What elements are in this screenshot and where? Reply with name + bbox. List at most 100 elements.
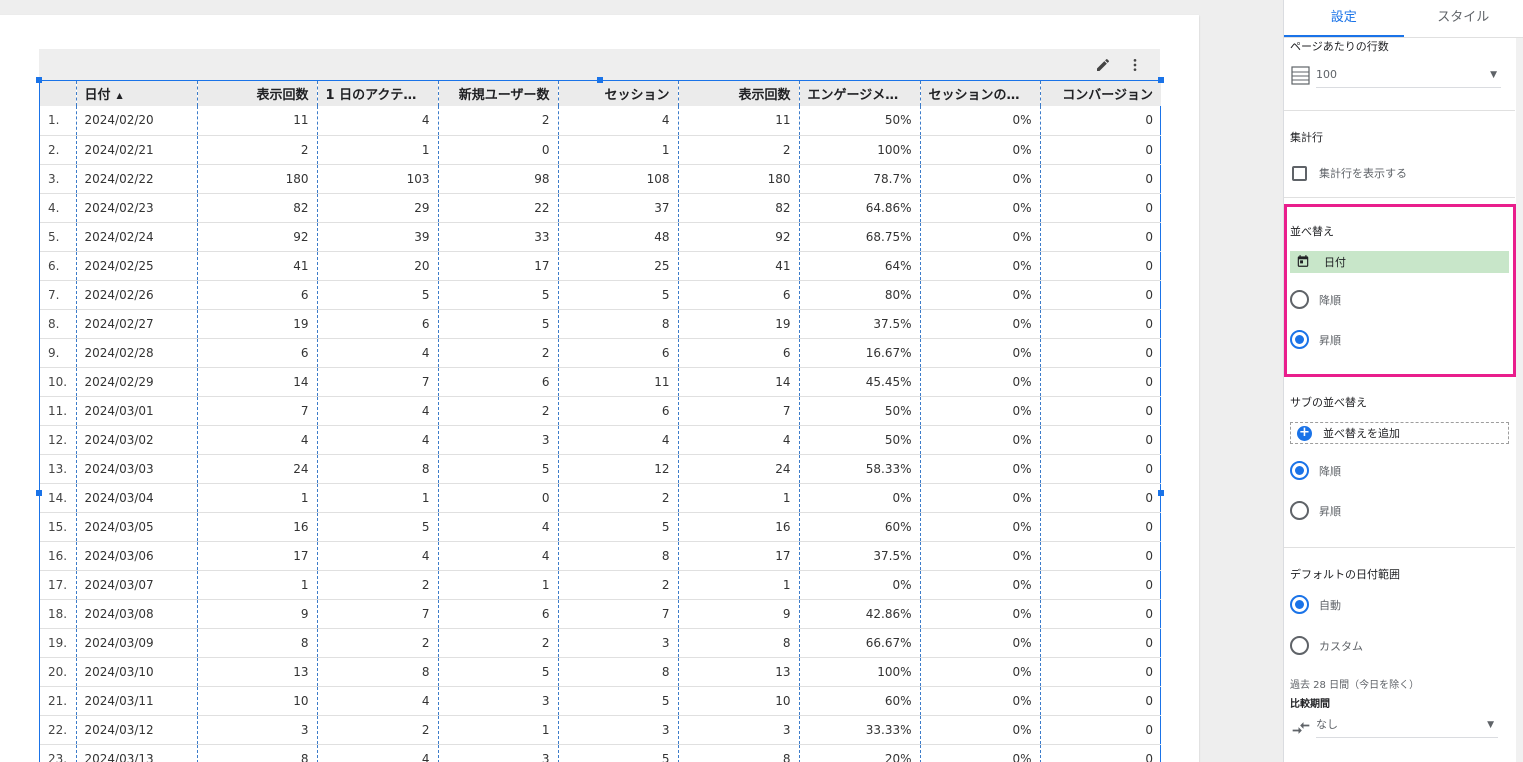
table-cell: 2024/03/03 xyxy=(75,454,197,484)
table-row[interactable]: 8. 2024/02/27 19 6 5 8 19 37.5% 0% 0 xyxy=(40,309,1161,339)
column-header[interactable]: エンゲージメ… xyxy=(798,81,920,106)
resize-handle-top[interactable] xyxy=(597,77,603,83)
table-row[interactable]: 11. 2024/03/01 7 4 2 6 7 50% 0% 0 xyxy=(40,396,1161,426)
table-cell: 0% xyxy=(919,628,1040,658)
table-cell: 6 xyxy=(316,309,438,339)
tab-style[interactable]: スタイル xyxy=(1404,0,1523,37)
radio-button[interactable] xyxy=(1290,636,1309,655)
more-vert-icon[interactable] xyxy=(1125,55,1145,75)
table-cell: 58.33% xyxy=(798,454,920,484)
tab-settings[interactable]: 設定 xyxy=(1284,0,1404,37)
table-cell: 100% xyxy=(798,657,920,687)
sub-sort-asc-radio[interactable]: 昇順 xyxy=(1290,501,1341,520)
resize-handle-top-right[interactable] xyxy=(1158,77,1164,83)
sort-asc-radio[interactable]: 昇順 xyxy=(1290,330,1341,349)
column-header[interactable]: 表示回数 xyxy=(677,81,799,106)
compare-period-select[interactable]: なし ▼ xyxy=(1316,714,1498,738)
table-row[interactable]: 23. 2024/03/13 8 4 3 5 8 20% 0% 0 xyxy=(40,744,1161,762)
sort-desc-radio[interactable]: 降順 xyxy=(1290,290,1341,309)
table-row[interactable]: 2. 2024/02/21 2 1 0 1 2 100% 0% 0 xyxy=(40,135,1161,165)
column-header[interactable]: 新規ユーザー数 xyxy=(437,81,558,106)
table-cell: 0% xyxy=(919,396,1040,426)
radio-button[interactable] xyxy=(1290,595,1309,614)
sort-ascending-icon[interactable]: ▲ xyxy=(117,91,123,100)
column-header[interactable]: コンバージョン xyxy=(1039,81,1161,106)
table-row[interactable]: 12. 2024/03/02 4 4 3 4 4 50% 0% 0 xyxy=(40,425,1161,455)
data-table[interactable]: 日付 ▲ 表示回数 1 日のアクテ… 新規ユーザー数 セッション 表示回数 エンゲージメ… セッ… xyxy=(39,80,1161,762)
table-row[interactable]: 7. 2024/02/26 6 5 5 5 6 80% 0% 0 xyxy=(40,280,1161,310)
table-cell: 24 xyxy=(677,454,799,484)
summary-row-checkbox[interactable]: 集計行を表示する xyxy=(1292,165,1407,181)
sub-sort-desc-radio[interactable]: 降順 xyxy=(1290,461,1341,480)
date-range-custom-radio[interactable]: カスタム xyxy=(1290,636,1363,655)
table-row[interactable]: 17. 2024/03/07 1 2 1 2 1 0% 0% 0 xyxy=(40,570,1161,600)
column-header[interactable]: 日付 ▲ xyxy=(75,81,197,106)
column-header-label: セッションの… xyxy=(928,88,1020,103)
table-row[interactable]: 1. 2024/02/20 11 4 2 4 11 50% 0% 0 xyxy=(40,106,1161,136)
checkbox[interactable] xyxy=(1292,165,1307,181)
table-row[interactable]: 5. 2024/02/24 92 39 33 48 92 68.75% 0% 0 xyxy=(40,222,1161,252)
table-cell: 80% xyxy=(798,280,920,310)
radio-button[interactable] xyxy=(1290,461,1309,480)
resize-handle-left[interactable] xyxy=(36,490,42,496)
table-cell: 37.5% xyxy=(798,309,920,339)
column-header-label: 表示回数 xyxy=(256,88,309,103)
table-cell: 0 xyxy=(1039,628,1161,658)
table-cell: 0 xyxy=(1039,541,1161,571)
table-row[interactable]: 6. 2024/02/25 41 20 17 25 41 64% 0% 0 xyxy=(40,251,1161,281)
column-header[interactable]: セッション xyxy=(557,81,678,106)
table-cell: 0% xyxy=(919,367,1040,397)
table-cell: 12 xyxy=(557,454,678,484)
pencil-icon[interactable] xyxy=(1093,55,1113,75)
column-header[interactable]: セッションの… xyxy=(919,81,1040,106)
table-cell: 11 xyxy=(196,106,317,136)
table-row[interactable]: 10. 2024/02/29 14 7 6 11 14 45.45% 0% 0 xyxy=(40,367,1161,397)
table-cell: 4 xyxy=(316,686,438,716)
table-cell: 0% xyxy=(919,222,1040,252)
row-index: 1. xyxy=(40,106,76,136)
table-cell: 2024/03/08 xyxy=(75,599,197,629)
table-cell: 11 xyxy=(557,367,678,397)
table-cell: 0% xyxy=(919,251,1040,281)
column-header[interactable]: 表示回数 xyxy=(196,81,317,106)
table-cell: 6 xyxy=(437,599,558,629)
table-cell: 8 xyxy=(196,744,317,762)
resize-handle-right[interactable] xyxy=(1158,490,1164,496)
radio-button[interactable] xyxy=(1290,290,1309,309)
table-row[interactable]: 13. 2024/03/03 24 8 5 12 24 58.33% 0% 0 xyxy=(40,454,1161,484)
table-cell: 2024/03/06 xyxy=(75,541,197,571)
table-row[interactable]: 20. 2024/03/10 13 8 5 8 13 100% 0% 0 xyxy=(40,657,1161,687)
date-range-auto-radio[interactable]: 自動 xyxy=(1290,595,1341,614)
radio-button[interactable] xyxy=(1290,330,1309,349)
table-row[interactable]: 18. 2024/03/08 9 7 6 7 9 42.86% 0% 0 xyxy=(40,599,1161,629)
table-cell: 2024/03/05 xyxy=(75,512,197,542)
row-index: 14. xyxy=(40,483,76,513)
chart-header xyxy=(39,49,1160,80)
table-cell: 19 xyxy=(677,309,799,339)
resize-handle-top-left[interactable] xyxy=(36,77,42,83)
sort-field-chip[interactable]: 日付 xyxy=(1290,251,1509,273)
table-cell: 19 xyxy=(196,309,317,339)
panel-scrollbar[interactable] xyxy=(1516,38,1523,762)
table-row[interactable]: 19. 2024/03/09 8 2 2 3 8 66.67% 0% 0 xyxy=(40,628,1161,658)
column-header[interactable]: 1 日のアクテ… xyxy=(316,81,438,106)
rows-per-page-select[interactable]: 100 ▼ xyxy=(1316,64,1501,88)
table-row[interactable]: 21. 2024/03/11 10 4 3 5 10 60% 0% 0 xyxy=(40,686,1161,716)
table-row[interactable]: 14. 2024/03/04 1 1 0 2 1 0% 0% 0 xyxy=(40,483,1161,513)
table-row[interactable]: 9. 2024/02/28 6 4 2 6 6 16.67% 0% 0 xyxy=(40,338,1161,368)
table-cell: 0% xyxy=(919,193,1040,223)
table-cell: 100% xyxy=(798,135,920,165)
table-cell: 6 xyxy=(196,338,317,368)
table-row[interactable]: 16. 2024/03/06 17 4 4 8 17 37.5% 0% 0 xyxy=(40,541,1161,571)
add-sort-button[interactable]: + 並べ替えを追加 xyxy=(1290,422,1509,444)
radio-button[interactable] xyxy=(1290,501,1309,520)
table-cell: 7 xyxy=(557,599,678,629)
table-row[interactable]: 3. 2024/02/22 180 103 98 108 180 78.7% 0% 0 xyxy=(40,164,1161,194)
table-row[interactable]: 22. 2024/03/12 3 2 1 3 3 33.33% 0% 0 xyxy=(40,715,1161,745)
table-row[interactable]: 15. 2024/03/05 16 5 4 5 16 60% 0% 0 xyxy=(40,512,1161,542)
table-cell: 25 xyxy=(557,251,678,281)
row-index: 20. xyxy=(40,657,76,687)
table-cell: 0 xyxy=(1039,367,1161,397)
table-row[interactable]: 4. 2024/02/23 82 29 22 37 82 64.86% 0% 0 xyxy=(40,193,1161,223)
row-index: 23. xyxy=(40,744,76,762)
